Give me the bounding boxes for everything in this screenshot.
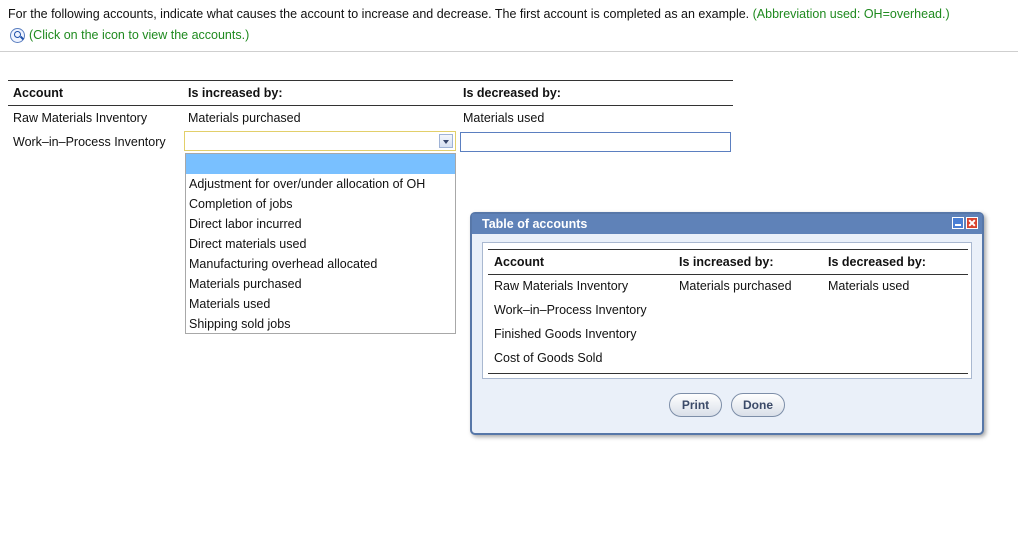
dropdown-option[interactable]: Materials purchased	[186, 274, 455, 294]
increased-by-dropdown-list[interactable]: Adjustment for over/under allocation of …	[185, 153, 456, 334]
header-increased: Is increased by:	[188, 86, 283, 100]
minimize-icon[interactable]	[952, 217, 964, 229]
close-icon[interactable]	[966, 217, 978, 229]
dropdown-option[interactable]: Adjustment for over/under allocation of …	[186, 174, 455, 194]
header-decreased: Is decreased by:	[463, 86, 561, 100]
table-row: Work–in–Process Inventory	[488, 298, 968, 322]
row-decreased: Materials used	[463, 111, 545, 125]
dialog-title-bar[interactable]: Table of accounts	[472, 214, 982, 234]
row-account: Work–in–Process Inventory	[13, 135, 166, 149]
hint-text: (Click on the icon to view the accounts.…	[29, 28, 250, 42]
magnifier-icon[interactable]	[10, 27, 25, 43]
dialog-table: Account Is increased by: Is decreased by…	[482, 242, 972, 379]
dialog-header-decreased: Is decreased by:	[828, 255, 926, 269]
dialog-row-account: Cost of Goods Sold	[494, 351, 603, 365]
decreased-by-input[interactable]	[460, 132, 731, 152]
dialog-row-increased: Materials purchased	[679, 279, 792, 293]
accounts-hint: (Click on the icon to view the accounts.…	[10, 26, 249, 44]
row-account: Raw Materials Inventory	[13, 111, 148, 125]
separator	[0, 51, 1018, 52]
abbreviation-note: (Abbreviation used: OH=overhead.)	[752, 7, 950, 21]
dialog-row-account: Work–in–Process Inventory	[494, 303, 647, 317]
dialog-title: Table of accounts	[482, 217, 588, 231]
dialog-row-account: Raw Materials Inventory	[494, 279, 629, 293]
dropdown-option[interactable]: Direct materials used	[186, 234, 455, 254]
table-row: Raw Materials Inventory Materials purcha…	[8, 106, 733, 130]
dialog-row-account: Finished Goods Inventory	[494, 327, 637, 341]
table-header: Account Is increased by: Is decreased by…	[8, 80, 733, 106]
dialog-table-header: Account Is increased by: Is decreased by…	[488, 249, 968, 275]
dropdown-option[interactable]: Shipping sold jobs	[186, 314, 455, 334]
increased-by-select[interactable]	[184, 131, 456, 151]
table-row: Raw Materials Inventory Materials purcha…	[488, 274, 968, 298]
dialog-header-increased: Is increased by:	[679, 255, 774, 269]
done-button[interactable]: Done	[731, 393, 785, 417]
dropdown-option-blank[interactable]	[186, 154, 455, 174]
instructions-text: For the following accounts, indicate wha…	[8, 7, 750, 21]
row-increased: Materials purchased	[188, 111, 301, 125]
dropdown-option[interactable]: Manufacturing overhead allocated	[186, 254, 455, 274]
dropdown-option[interactable]: Direct labor incurred	[186, 214, 455, 234]
table-of-accounts-dialog: Table of accounts Account Is increased b…	[470, 212, 984, 435]
table-row: Finished Goods Inventory	[488, 322, 968, 346]
dropdown-option[interactable]: Completion of jobs	[186, 194, 455, 214]
header-account: Account	[13, 86, 63, 100]
dropdown-option[interactable]: Materials used	[186, 294, 455, 314]
print-button[interactable]: Print	[669, 393, 722, 417]
dialog-table-divider	[488, 373, 968, 374]
dialog-header-account: Account	[494, 255, 544, 269]
instructions: For the following accounts, indicate wha…	[8, 6, 1008, 22]
table-row: Cost of Goods Sold	[488, 346, 968, 370]
chevron-down-icon[interactable]	[439, 134, 453, 148]
dialog-row-decreased: Materials used	[828, 279, 910, 293]
